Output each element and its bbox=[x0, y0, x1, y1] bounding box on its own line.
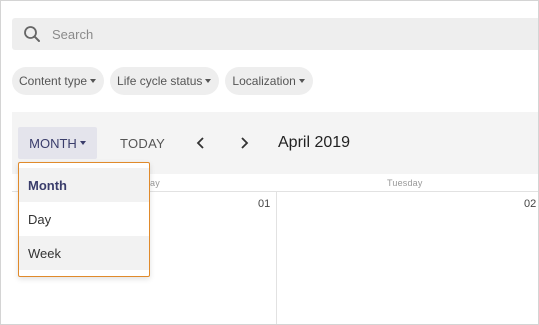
column-divider bbox=[276, 192, 277, 324]
view-option-day[interactable]: Day bbox=[19, 202, 149, 236]
chevron-left-icon bbox=[196, 137, 204, 149]
filter-localization[interactable]: Localization bbox=[225, 67, 313, 95]
caret-down-icon bbox=[298, 79, 305, 83]
chevron-right-icon bbox=[241, 137, 249, 149]
filter-bar: Content type Life cycle status Localizat… bbox=[12, 67, 313, 95]
filter-label: Content type bbox=[19, 74, 88, 88]
search-input[interactable] bbox=[52, 19, 452, 49]
caret-down-icon bbox=[205, 79, 212, 83]
view-selector-button[interactable]: MONTH bbox=[18, 127, 97, 159]
next-period-button[interactable] bbox=[232, 127, 256, 159]
caret-down-icon bbox=[79, 141, 86, 145]
view-option-month[interactable]: Month bbox=[19, 168, 149, 202]
prev-period-button[interactable] bbox=[189, 127, 213, 159]
view-dropdown-menu: Month Day Week bbox=[18, 162, 150, 277]
period-title: April 2019 bbox=[278, 134, 351, 151]
filter-label: Localization bbox=[232, 74, 296, 88]
weekday-label-monday: ay bbox=[150, 178, 160, 188]
today-button[interactable]: TODAY bbox=[120, 127, 165, 159]
filter-label: Life cycle status bbox=[117, 74, 203, 88]
weekday-label-tuesday: Tuesday bbox=[387, 178, 423, 188]
caret-down-icon bbox=[90, 79, 97, 83]
day-cell-number[interactable]: 02 bbox=[524, 198, 536, 210]
search-bar bbox=[12, 18, 538, 50]
view-selector-label: MONTH bbox=[29, 135, 77, 151]
search-icon bbox=[12, 18, 52, 50]
app-frame: Content type Life cycle status Localizat… bbox=[0, 0, 539, 325]
day-cell-number[interactable]: 01 bbox=[258, 198, 270, 210]
view-option-week[interactable]: Week bbox=[19, 236, 149, 270]
filter-life-cycle-status[interactable]: Life cycle status bbox=[110, 67, 220, 95]
filter-content-type[interactable]: Content type bbox=[12, 67, 105, 95]
